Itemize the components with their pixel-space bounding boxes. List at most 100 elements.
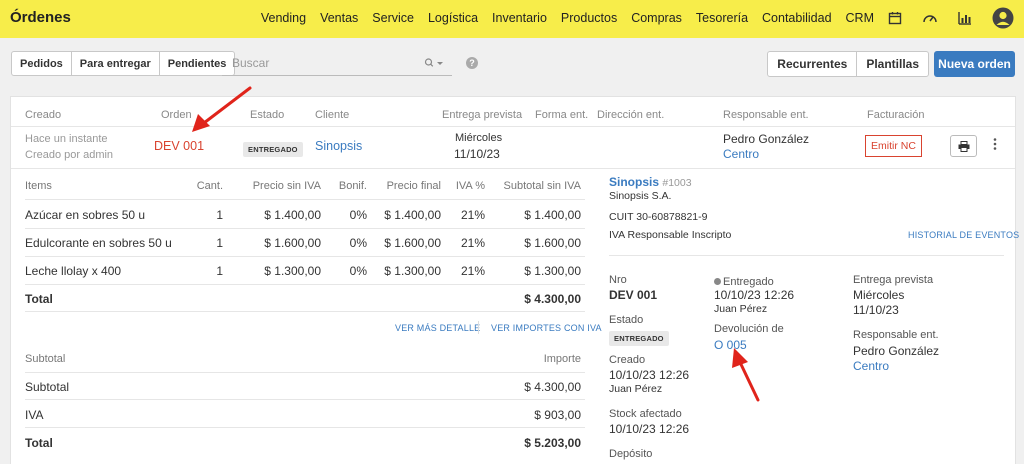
item-bonif: 0%: [349, 236, 367, 250]
devolucion-label: Devolución de: [714, 323, 784, 335]
item-bonif: 0%: [349, 208, 367, 222]
calendar-icon[interactable]: [888, 11, 902, 25]
item-bonif: 0%: [349, 264, 367, 278]
recurrentes-button[interactable]: Recurrentes: [768, 52, 858, 76]
item-qty: 1: [216, 264, 223, 278]
deposito-label: Depósito: [609, 448, 653, 460]
plantillas-button[interactable]: Plantillas: [857, 52, 928, 76]
divider: [11, 126, 1015, 127]
app-title: Órdenes: [10, 9, 71, 26]
summary-header-amount: Importe: [543, 353, 581, 365]
nav-links: Vending Ventas Service Logística Inventa…: [261, 11, 874, 25]
item-final: $ 1.600,00: [384, 236, 441, 250]
status-badge: ENTREGADO: [243, 141, 303, 157]
search-box: [222, 51, 452, 76]
summary-row-value: $ 903,00: [534, 408, 581, 422]
search-icon[interactable]: [424, 57, 444, 72]
help-icon[interactable]: ?: [466, 57, 478, 69]
nav-item-logistica[interactable]: Logística: [428, 11, 478, 25]
client-legal-name: Sinopsis S.A.: [609, 190, 672, 202]
emitir-nc-button[interactable]: Emitir NC: [865, 135, 922, 157]
responsable-value: Pedro González: [853, 344, 940, 358]
status-dot-icon: [714, 278, 721, 286]
client-number: #1003: [662, 177, 692, 189]
item-iva: 21%: [460, 208, 485, 222]
responsable-branch-link[interactable]: Centro: [853, 359, 889, 373]
entregado-by: Juan Pérez: [714, 303, 768, 315]
item-name: Edulcorante en sobres 50 u: [25, 236, 172, 250]
nav-item-compras[interactable]: Compras: [631, 11, 682, 25]
print-button[interactable]: [950, 135, 977, 157]
nav-item-tesoreria[interactable]: Tesorería: [696, 11, 748, 25]
bar-chart-icon[interactable]: [958, 11, 972, 25]
divider: [25, 284, 585, 285]
responsible-branch-link[interactable]: Centro: [723, 147, 759, 161]
item-subtotal: $ 1.600,00: [524, 236, 581, 250]
right-button-group: Recurrentes Plantillas: [767, 51, 929, 77]
item-name: Azúcar en sobres 50 u: [25, 208, 146, 222]
client-link[interactable]: Sinopsis: [315, 139, 362, 153]
toolbar: Pedidos Para entregar Pendientes ? Recur…: [0, 38, 1024, 88]
creado-value: 10/10/23 12:26: [609, 368, 690, 382]
nav-icons: [888, 7, 1014, 29]
item-subtotal: $ 1.400,00: [524, 208, 581, 222]
more-options-icon[interactable]: [993, 137, 997, 154]
printer-icon: [958, 140, 969, 152]
link-separator: [478, 321, 479, 334]
items-header-qty: Cant.: [196, 180, 223, 192]
client-name-link[interactable]: Sinopsis: [609, 175, 659, 189]
nro-value: DEV 001: [609, 288, 658, 302]
filter-para-entregar[interactable]: Para entregar: [72, 52, 160, 75]
summary-row-label: IVA: [25, 408, 44, 422]
divider: [25, 256, 585, 257]
item-qty: 1: [216, 236, 223, 250]
items-total-value: $ 4.300,00: [524, 292, 581, 306]
nav-item-inventario[interactable]: Inventario: [492, 11, 547, 25]
estado-badge: ENTREGADO: [609, 330, 669, 346]
item-price: $ 1.400,00: [264, 208, 321, 222]
search-input[interactable]: [222, 56, 412, 70]
col-header-creado: Creado: [25, 109, 62, 121]
user-avatar-icon[interactable]: [992, 7, 1014, 29]
item-price: $ 1.300,00: [264, 264, 321, 278]
history-link[interactable]: HISTORIAL DE EVENTOS: [908, 230, 1019, 240]
order-created: Hace un instante: [25, 133, 108, 145]
item-final: $ 1.300,00: [384, 264, 441, 278]
item-final: $ 1.400,00: [384, 208, 441, 222]
ver-mas-detalle-link[interactable]: VER MÁS DETALLE: [395, 323, 480, 333]
responsable-label: Responsable ent.: [853, 329, 939, 341]
nav-item-ventas[interactable]: Ventas: [320, 11, 358, 25]
filter-pedidos[interactable]: Pedidos: [12, 52, 72, 75]
divider: [11, 168, 1015, 169]
divider: [25, 228, 585, 229]
devolucion-link[interactable]: O 005: [714, 338, 747, 352]
nav-item-service[interactable]: Service: [372, 11, 414, 25]
estado-label: Estado: [609, 314, 644, 326]
nav-item-productos[interactable]: Productos: [561, 11, 617, 25]
responsible-name: Pedro González: [723, 132, 810, 146]
ver-importes-iva-link[interactable]: VER IMPORTES CON IVA: [491, 323, 602, 333]
gauge-icon[interactable]: [922, 11, 938, 25]
divider: [25, 199, 585, 200]
items-header-price: Precio sin IVA: [252, 180, 321, 192]
nav-item-crm[interactable]: CRM: [846, 11, 874, 25]
top-nav: Órdenes Vending Ventas Service Logística…: [0, 0, 1024, 38]
nav-item-vending[interactable]: Vending: [261, 11, 306, 25]
stock-label: Stock afectado: [609, 408, 682, 420]
entrega-date: 11/10/23: [853, 303, 899, 317]
order-card: Creado Orden Estado Cliente Entrega prev…: [10, 96, 1019, 464]
creado-by: Juan Pérez: [609, 383, 663, 395]
summary-total-label: Total: [25, 436, 53, 450]
summary-row-label: Subtotal: [25, 380, 70, 394]
new-order-button[interactable]: Nueva orden: [934, 51, 1015, 77]
client-cuit: CUIT 30-60878821-9: [609, 211, 708, 223]
client-header: Sinopsis #1003: [609, 175, 692, 189]
nro-label: Nro: [609, 274, 627, 286]
divider: [25, 372, 585, 373]
order-number-link[interactable]: DEV 001: [154, 139, 204, 153]
divider: [25, 311, 585, 312]
item-iva: 21%: [460, 236, 485, 250]
col-header-orden: Orden: [161, 109, 192, 121]
entrega-day: Miércoles: [853, 288, 905, 302]
nav-item-contabilidad[interactable]: Contabilidad: [762, 11, 832, 25]
